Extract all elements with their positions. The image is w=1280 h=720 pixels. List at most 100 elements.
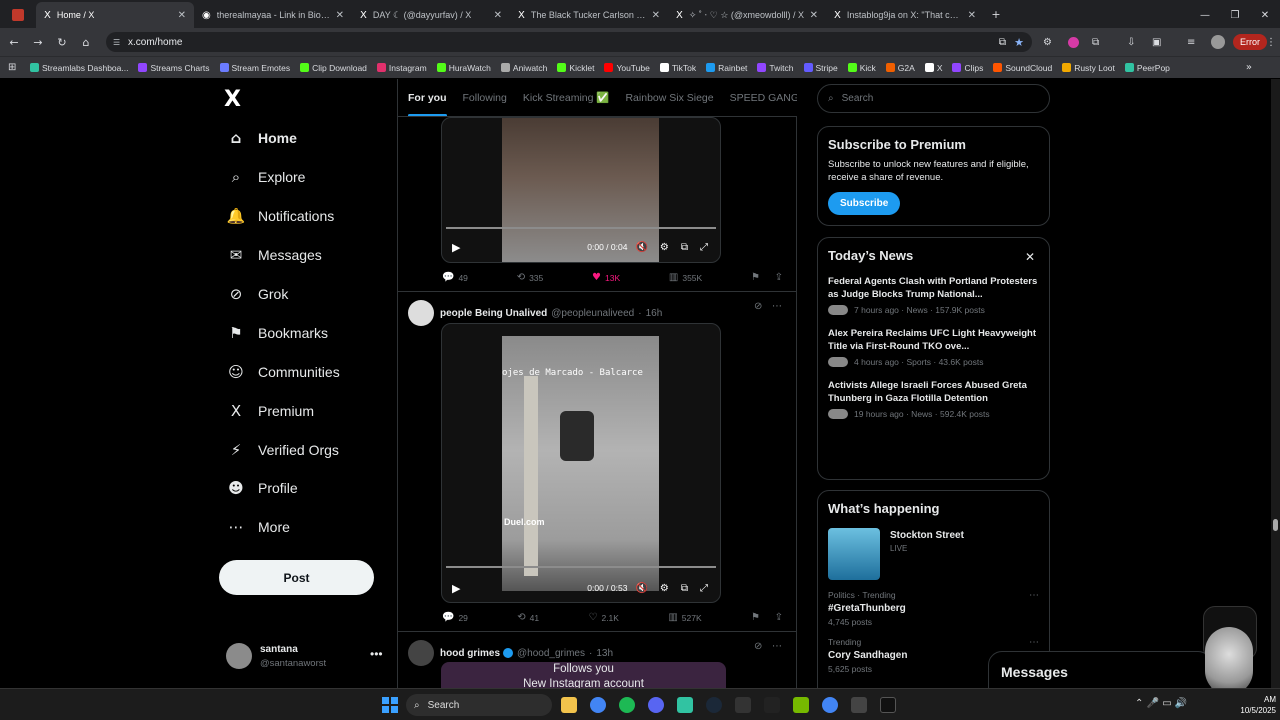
post-more-icon[interactable]: ⋯ — [772, 641, 782, 652]
url-bar[interactable]: ☰ x.com/home ⧉ ★ — [106, 32, 1032, 52]
sidebar-item-notifications[interactable]: 🔔 Notifications — [226, 207, 335, 225]
post-author[interactable]: hood grimes — [440, 648, 500, 659]
bookmark-item[interactable]: G2A — [885, 62, 915, 73]
fullscreen-icon[interactable]: ⤢ — [700, 583, 708, 594]
bookmark-item[interactable]: SoundCloud — [993, 62, 1052, 73]
sidebar-item-home[interactable]: ⌂ Home — [226, 129, 297, 147]
post-handle[interactable]: @peopleunaliveed — [551, 308, 634, 319]
minimize-icon[interactable]: — — [1190, 10, 1220, 21]
tab-close-icon[interactable]: ✕ — [968, 10, 976, 21]
post-time[interactable]: 13h — [596, 648, 613, 659]
bookmark-item[interactable]: Rusty Loot — [1062, 62, 1115, 73]
bookmark-item[interactable]: Clip Download — [300, 62, 367, 73]
spotify-icon[interactable] — [619, 697, 635, 713]
apps-grid-icon[interactable]: ⊞ — [8, 62, 16, 73]
bookmark-item[interactable]: Twitch — [757, 62, 794, 73]
bookmark-item[interactable]: Clips — [952, 62, 983, 73]
chrome-icon[interactable] — [822, 697, 838, 713]
tab-close-icon[interactable]: ✕ — [652, 10, 660, 21]
tab-close-icon[interactable]: ✕ — [810, 10, 818, 21]
profile-avatar[interactable] — [1211, 35, 1225, 49]
sidebar-item-premium[interactable]: X Premium — [226, 402, 314, 420]
back-icon[interactable]: ← — [2, 36, 26, 49]
mute-icon[interactable]: 🔇 — [635, 242, 647, 253]
post-image-preview[interactable]: Follows you New Instagram account — [441, 662, 726, 688]
install-icon[interactable]: ⧉ — [999, 37, 1006, 48]
settings-icon[interactable]: ⚙ — [660, 583, 669, 594]
post-more-icon[interactable]: ⋯ — [772, 301, 782, 312]
post-handle[interactable]: @hood_grimes — [517, 648, 585, 659]
bookmark-item[interactable]: HuraWatch — [436, 62, 491, 73]
sidebar-item-bookmarks[interactable]: ⚑ Bookmarks — [226, 324, 328, 342]
trend-more-icon[interactable]: ⋯ — [1029, 637, 1039, 648]
live-item[interactable]: Stockton Street LIVE — [828, 528, 1039, 580]
repost-button[interactable]: ⟲ 41 — [517, 612, 539, 623]
sidebar-item-explore[interactable]: ⌕ Explore — [226, 168, 306, 186]
app-icon[interactable] — [677, 697, 693, 713]
browser-tab[interactable]: X The Black Tucker Carlson Jr us ✕ — [510, 2, 668, 28]
play-icon[interactable]: ▶ — [452, 582, 460, 595]
timeline-tab[interactable]: Rainbow Six Siege — [625, 92, 713, 104]
chart-app-icon[interactable] — [851, 697, 867, 713]
profile-error-badge[interactable]: Error — [1233, 34, 1267, 50]
more-bookmarks-icon[interactable]: » — [1246, 62, 1252, 73]
browser-menu-icon[interactable] — [0, 2, 36, 28]
repost-button[interactable]: ⟲ 335 — [517, 272, 544, 283]
new-tab-button[interactable]: + — [984, 2, 1008, 28]
x-logo-icon[interactable]: X — [224, 87, 241, 112]
timeline-tab[interactable]: SPEED GANG — [730, 92, 797, 104]
share-icon[interactable]: ⇪ — [775, 272, 783, 283]
bookmark-item[interactable]: X — [924, 62, 942, 73]
tab-close-icon[interactable]: ✕ — [336, 10, 344, 21]
post-time[interactable]: 16h — [646, 308, 663, 319]
maximize-icon[interactable]: ❐ — [1220, 10, 1250, 21]
extension-icon[interactable]: ⚙ — [1043, 37, 1052, 48]
nvidia-icon[interactable] — [793, 697, 809, 713]
like-button[interactable]: ♥ 13K — [592, 272, 620, 283]
news-item[interactable]: Alex Pereira Reclaims UFC Light Heavywei… — [828, 327, 1039, 367]
fullscreen-icon[interactable]: ⤢ — [700, 242, 708, 253]
search-input[interactable]: ⌕ Search — [817, 84, 1050, 113]
bookmark-item[interactable]: Stream Emotes — [219, 62, 290, 73]
like-button[interactable]: ♡ 2.1K — [589, 612, 619, 623]
chrome-icon[interactable] — [590, 697, 606, 713]
bookmark-item[interactable]: TikTok — [659, 62, 696, 73]
video-progress-bar[interactable] — [446, 566, 716, 568]
bookmark-item[interactable]: Kick — [847, 62, 876, 73]
extensions-puzzle-icon[interactable]: ⧉ — [1092, 37, 1099, 48]
epic-games-icon[interactable] — [735, 697, 751, 713]
tray-icons[interactable]: ⌃ 🎤 ▭ 🔊 — [1135, 698, 1187, 709]
sidebar-item-more[interactable]: ⋯ More — [226, 518, 290, 536]
home-icon[interactable]: ⌂ — [74, 36, 98, 49]
extension-icon-2[interactable] — [1068, 36, 1079, 48]
grok-icon[interactable]: ⊘ — [754, 301, 762, 312]
messages-drawer[interactable]: Messages — [988, 651, 1212, 688]
video-player[interactable]: ▶ 0:00 / 0:04 🔇 ⚙ ⧉ ⤢ — [441, 117, 721, 263]
video-progress-bar[interactable] — [446, 227, 716, 229]
bookmark-star-icon[interactable]: ★ — [1014, 36, 1024, 49]
bookmark-item[interactable]: Streams Charts — [138, 62, 210, 73]
bookmark-icon[interactable]: ⚑ — [751, 612, 760, 623]
sidebar-item-messages[interactable]: ✉ Messages — [226, 246, 322, 264]
views-button[interactable]: ▥ 355K — [669, 272, 702, 283]
picture-in-picture-icon[interactable]: ⧉ — [681, 583, 688, 594]
browser-tab[interactable]: X Instablog9ja on X: "That can't b ✕ — [826, 2, 984, 28]
bookmark-item[interactable]: Aniwatch — [500, 62, 547, 73]
picture-in-picture-icon[interactable]: ⧉ — [681, 242, 688, 253]
play-icon[interactable]: ▶ — [452, 241, 460, 254]
file-explorer-icon[interactable] — [561, 697, 577, 713]
news-item[interactable]: Federal Agents Clash with Portland Prote… — [828, 275, 1039, 315]
bookmark-item[interactable]: PeerPop — [1124, 62, 1170, 73]
browser-tab[interactable]: X ✧ ˚ ‧ ♡ ☆ (@xmeowdolll) / X ✕ — [668, 2, 826, 28]
account-more-icon[interactable]: ••• — [370, 647, 383, 661]
taskbar-search[interactable]: ⌕ Search — [406, 694, 552, 716]
sidebar-panel-icon[interactable]: ▣ — [1152, 37, 1161, 48]
browser-menu-dots-icon[interactable]: ⋮ — [1266, 37, 1276, 48]
bookmark-item[interactable]: Kicklet — [557, 62, 594, 73]
bookmark-item[interactable]: Streamlabs Dashboa... — [30, 62, 128, 73]
reply-button[interactable]: 💬 29 — [442, 612, 468, 623]
views-button[interactable]: ▥ 527K — [668, 612, 701, 623]
news-item[interactable]: Activists Allege Israeli Forces Abused G… — [828, 379, 1039, 419]
timeline-tab[interactable]: For you — [408, 92, 447, 116]
timeline-tab[interactable]: Kick Streaming ✅ — [523, 91, 610, 104]
